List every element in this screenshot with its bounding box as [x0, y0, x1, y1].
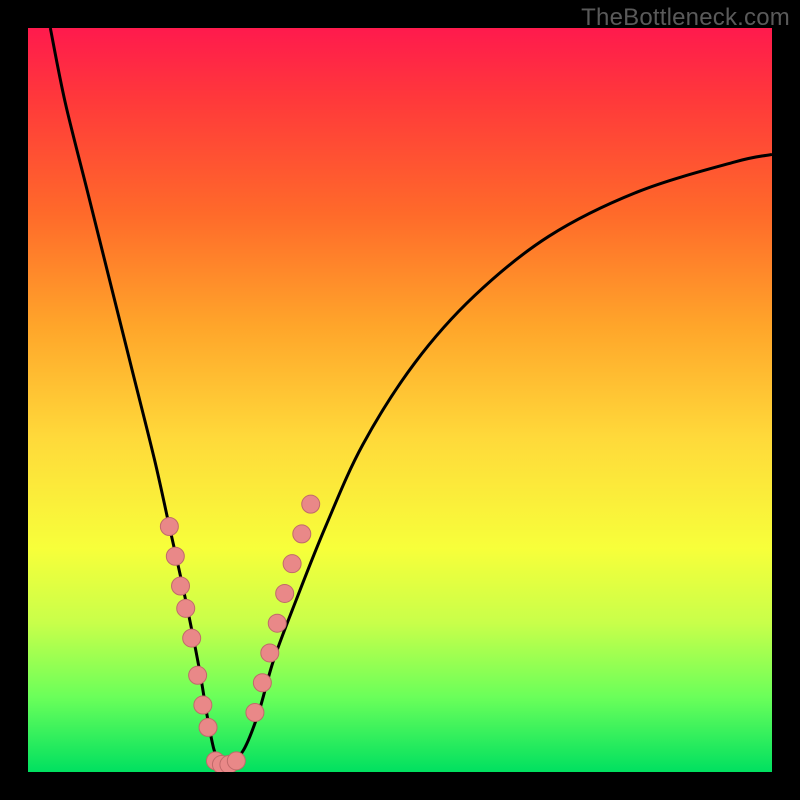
curve-marker [283, 555, 301, 573]
curve-marker [194, 696, 212, 714]
curve-marker [276, 584, 294, 602]
bottleneck-curve [50, 28, 772, 766]
plot-area [28, 28, 772, 772]
curve-marker [293, 525, 311, 543]
curve-marker [268, 614, 286, 632]
curve-marker [261, 644, 279, 662]
curve-layer [28, 28, 772, 772]
curve-marker [227, 752, 245, 770]
curve-marker [183, 629, 201, 647]
watermark-text: TheBottleneck.com [581, 4, 790, 32]
curve-marker [172, 577, 190, 595]
chart-frame: TheBottleneck.com [0, 0, 800, 800]
curve-marker [246, 703, 264, 721]
curve-marker [177, 599, 195, 617]
curve-marker [199, 718, 217, 736]
curve-marker [166, 547, 184, 565]
curve-markers [160, 495, 319, 772]
curve-marker [302, 495, 320, 513]
curve-marker [253, 674, 271, 692]
curve-marker [160, 517, 178, 535]
curve-marker [189, 666, 207, 684]
